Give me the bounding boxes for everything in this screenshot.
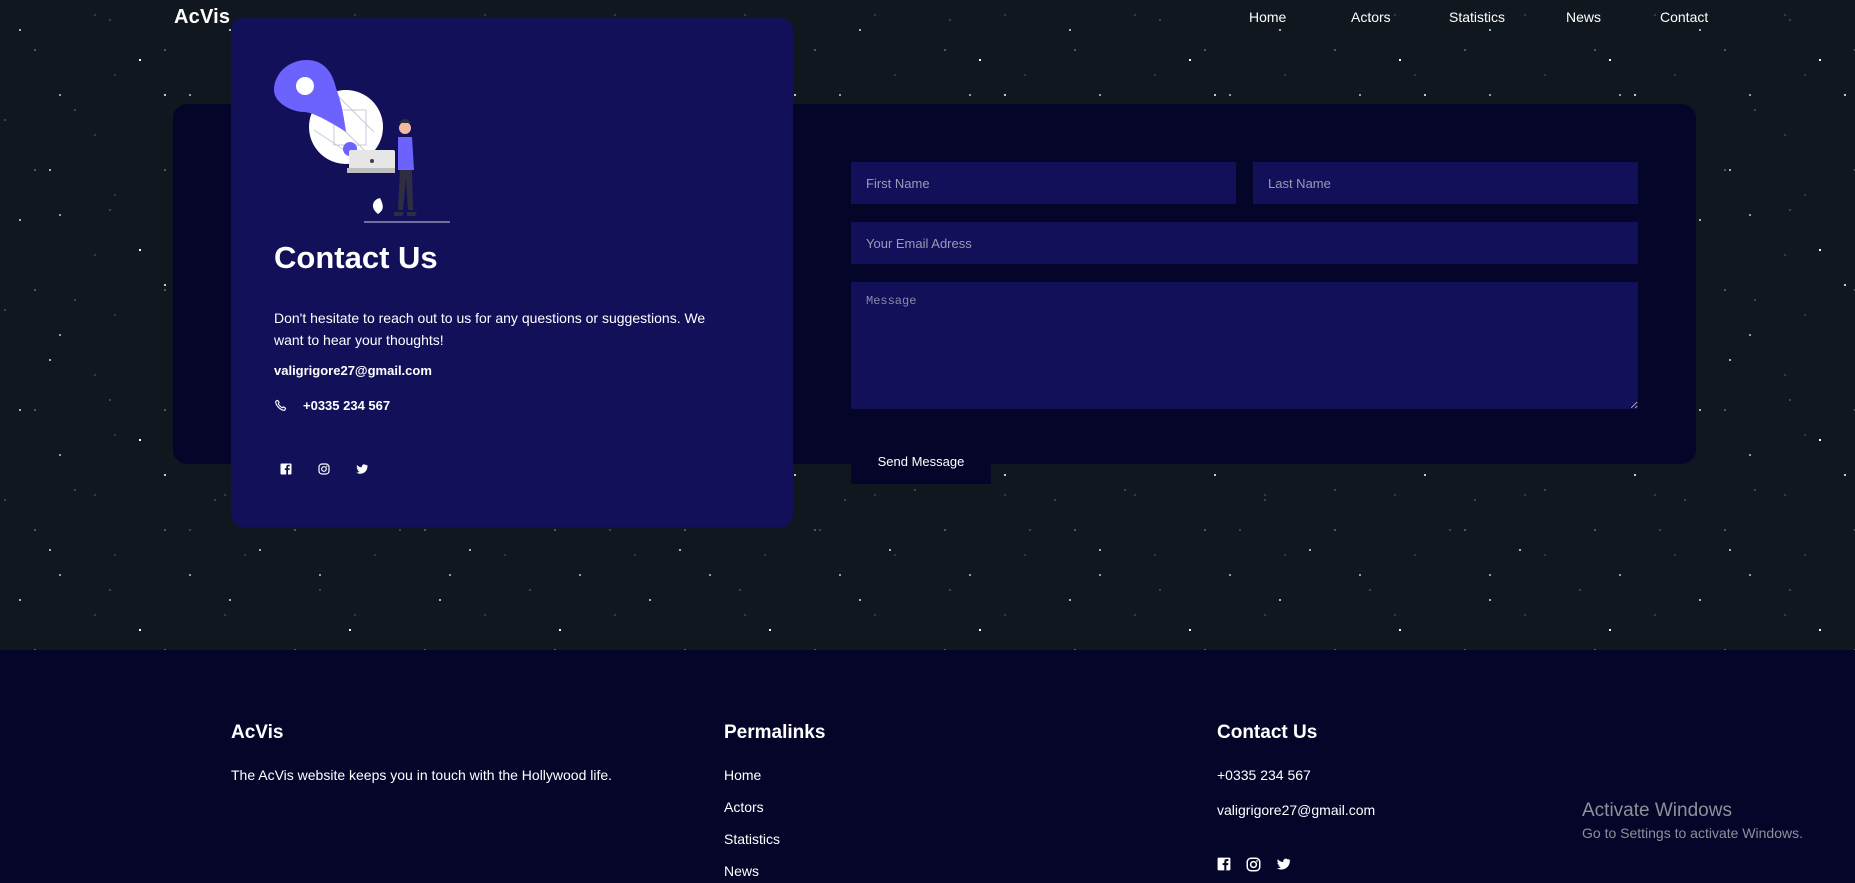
site-footer: AcVis The AcVis website keeps you in tou… (0, 650, 1855, 883)
footer-link-statistics[interactable]: Statistics (724, 831, 780, 847)
footer-link-news[interactable]: News (724, 863, 759, 879)
footer-about-text: The AcVis website keeps you in touch wit… (231, 767, 613, 783)
footer-social-links (1217, 857, 1291, 872)
contact-phone[interactable]: +0335 234 567 (303, 398, 390, 413)
instagram-icon[interactable] (318, 463, 330, 475)
footer-links-title: Permalinks (724, 722, 826, 743)
nav-news[interactable]: News (1566, 9, 1601, 25)
footer-link-actors[interactable]: Actors (724, 799, 764, 815)
footer-link-home[interactable]: Home (724, 767, 761, 783)
facebook-icon[interactable] (280, 463, 292, 475)
site-logo[interactable]: AcVis (174, 6, 230, 29)
footer-email[interactable]: valigrigore27@gmail.com (1217, 802, 1375, 818)
email-input[interactable] (851, 222, 1638, 264)
watermark-title: Activate Windows (1582, 800, 1732, 821)
first-name-input[interactable] (851, 162, 1236, 204)
nav-actors[interactable]: Actors (1351, 9, 1391, 25)
footer-contact-title: Contact Us (1217, 722, 1318, 743)
contact-info-card: Contact Us Don't hesitate to reach out t… (231, 18, 793, 527)
instagram-icon[interactable] (1246, 857, 1261, 872)
nav-contact[interactable]: Contact (1660, 9, 1708, 25)
contact-email[interactable]: valigrigore27@gmail.com (274, 363, 432, 378)
phone-icon (275, 399, 287, 411)
contact-phone-row: +0335 234 567 (274, 396, 390, 414)
contact-title: Contact Us (274, 240, 438, 275)
nav-home[interactable]: Home (1249, 9, 1286, 25)
twitter-icon[interactable] (356, 463, 368, 475)
facebook-icon[interactable] (1217, 857, 1231, 871)
footer-about-title: AcVis (231, 722, 284, 743)
footer-phone[interactable]: +0335 234 567 (1217, 767, 1311, 783)
watermark-subtitle: Go to Settings to activate Windows. (1582, 825, 1803, 841)
twitter-icon[interactable] (1276, 857, 1291, 871)
contact-description: Don't hesitate to reach out to us for an… (274, 310, 706, 348)
card-social-links (280, 463, 368, 475)
windows-activation-watermark: Activate Windows Go to Settings to activ… (1582, 800, 1803, 841)
last-name-input[interactable] (1253, 162, 1638, 204)
message-textarea[interactable] (851, 282, 1638, 409)
location-illustration (274, 60, 450, 223)
send-message-button[interactable]: Send Message (851, 439, 991, 484)
nav-statistics[interactable]: Statistics (1449, 9, 1505, 25)
